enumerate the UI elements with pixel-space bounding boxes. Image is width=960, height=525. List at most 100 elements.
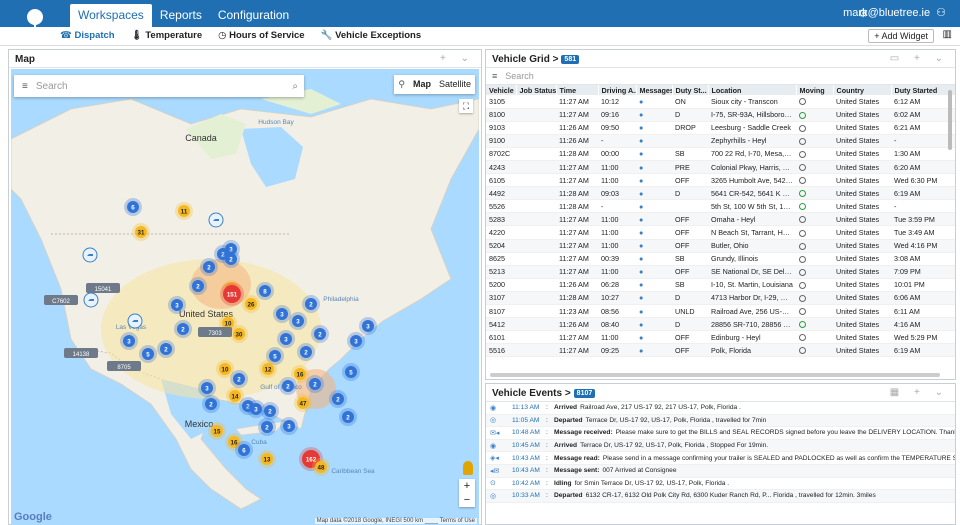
message-icon[interactable]: ● bbox=[639, 149, 643, 158]
message-icon[interactable]: ● bbox=[639, 333, 643, 342]
column-header[interactable]: Country bbox=[833, 85, 892, 95]
tab-configuration[interactable]: Configuration bbox=[210, 4, 297, 27]
column-header[interactable]: Driving A... bbox=[598, 85, 637, 95]
event-row[interactable]: ◎ 11:05 AM: Departed Terrace Dr, US-17 92, … bbox=[486, 414, 955, 428]
message-icon[interactable]: ● bbox=[639, 254, 643, 263]
event-row[interactable]: ◈◂ 10:43 AM: Message read: Please send in a… bbox=[486, 452, 955, 465]
message-icon[interactable]: ● bbox=[639, 228, 643, 237]
column-header[interactable]: Duty St... bbox=[672, 85, 709, 95]
column-header[interactable]: Moving bbox=[796, 85, 834, 95]
event-row[interactable]: ✉◂ 10:48 AM: Message received: Please make … bbox=[486, 427, 955, 440]
event-row[interactable]: ◉ 11:13 AM: Arrived Railroad Ave, 217 US-17… bbox=[486, 402, 955, 415]
table-row[interactable]: 8100 11:27 AM 09:16 ● D I-75, SR-93A, Hillsbo… bbox=[486, 108, 955, 122]
grid-panel-controls[interactable]: ▭ + ⌄ bbox=[890, 53, 949, 64]
table-row[interactable]: 8625 11:27 AM 00:39 ● SB Grundy, Illinois Unit… bbox=[486, 252, 955, 266]
message-icon[interactable]: ● bbox=[639, 110, 643, 119]
table-row[interactable]: 4243 11:27 AM 11:00 ● PRE Colonial Pkwy, Harr… bbox=[486, 160, 955, 175]
column-header[interactable]: Vehicle bbox=[486, 85, 517, 95]
subtab-dispatch[interactable]: ☎ Dispatch bbox=[60, 30, 115, 41]
vehicle-events-title[interactable]: Vehicle Events > bbox=[492, 388, 571, 399]
street-view-pegman-icon[interactable] bbox=[463, 461, 473, 475]
grid-menu-icon[interactable]: ≡ bbox=[492, 71, 497, 81]
message-icon[interactable]: ● bbox=[639, 189, 643, 198]
zoom-out-button[interactable]: − bbox=[459, 493, 475, 507]
column-header[interactable]: Time bbox=[556, 85, 599, 95]
event-time[interactable]: 11:05 AM bbox=[512, 417, 546, 424]
table-row[interactable]: 6105 11:27 AM 11:00 ● OFF 3265 Humbolt Ave, 5… bbox=[486, 173, 955, 188]
table-row[interactable]: 5283 11:27 AM 11:00 ● OFF Omaha - Heyl United … bbox=[486, 212, 955, 227]
search-icon[interactable]: ⌕ bbox=[292, 81, 298, 92]
message-icon[interactable]: ● bbox=[639, 320, 643, 329]
table-row[interactable]: 9100 11:26 AM - ● Zephyrhills - Heyl United S… bbox=[486, 134, 955, 148]
message-icon[interactable]: ● bbox=[639, 346, 643, 355]
tab-reports[interactable]: Reports bbox=[152, 4, 210, 27]
subtab-vehicle-exceptions[interactable]: 🔧 Vehicle Exceptions bbox=[321, 30, 422, 41]
event-row[interactable]: ⊙ 10:42 AM: Idling for Smin Terrace Dr, US-… bbox=[486, 478, 955, 491]
table-row[interactable]: 5516 11:27 AM 09:25 ● OFF Polk, Florida United… bbox=[486, 343, 955, 358]
hamburger-icon[interactable]: ≡ bbox=[22, 81, 28, 92]
message-icon[interactable]: ● bbox=[639, 202, 643, 211]
event-time[interactable]: 10:42 AM bbox=[512, 480, 546, 487]
event-time[interactable]: 11:13 AM bbox=[512, 404, 546, 411]
zoom-in-button[interactable]: + bbox=[459, 479, 475, 493]
message-icon[interactable]: ● bbox=[639, 215, 643, 224]
map-search-box[interactable]: ≡ Search ⌕ bbox=[14, 75, 304, 97]
map-type-map[interactable]: Map bbox=[409, 75, 435, 94]
table-row[interactable]: 9103 11:26 AM 09:50 ● DROP Leesburg - Saddle … bbox=[486, 121, 955, 135]
message-icon[interactable]: ● bbox=[639, 163, 643, 172]
table-row[interactable]: 4492 11:28 AM 09:03 ● D 5641 CR-542, 5641 K V… bbox=[486, 186, 955, 201]
table-row[interactable]: 8702C 11:28 AM 00:00 ● SB 700 22 Rd, I-70, Me… bbox=[486, 147, 955, 161]
table-row[interactable]: 5412 11:26 AM 08:40 ● D 28856 SR-710, 28856 S… bbox=[486, 317, 955, 332]
grid-search-input[interactable]: Search bbox=[505, 71, 534, 81]
tab-workspaces[interactable]: Workspaces bbox=[70, 4, 152, 27]
vehicle-grid-title[interactable]: Vehicle Grid > bbox=[492, 54, 558, 65]
map-svg[interactable]: CanadaUnited StatesMexicoHudson BayGulf … bbox=[11, 69, 479, 525]
event-time[interactable]: 10:43 AM bbox=[512, 467, 546, 474]
column-header[interactable]: Duty Started bbox=[891, 85, 955, 95]
column-header[interactable]: Location bbox=[708, 85, 797, 95]
map-search-input[interactable]: Search bbox=[36, 81, 285, 92]
message-icon[interactable]: ● bbox=[639, 307, 643, 316]
event-row[interactable]: ◎ 10:33 AM: Departed 6132 CR-17, 6132 Old P… bbox=[486, 490, 955, 503]
table-row[interactable]: 5213 11:27 AM 11:00 ● OFF SE National Dr, SE … bbox=[486, 265, 955, 279]
map-panel-controls[interactable]: + ⌄ bbox=[440, 53, 475, 64]
event-row[interactable]: ◉ 10:45 AM: Arrived Terrace Dr, US-17 92, U… bbox=[486, 439, 955, 453]
event-time[interactable]: 10:48 AM bbox=[512, 429, 546, 436]
table-row[interactable]: 4220 11:27 AM 11:00 ● OFF N Beach St, Tarrant… bbox=[486, 225, 955, 240]
event-row[interactable]: ◂✉ 10:43 AM: Message sent: 007 Arrived at C… bbox=[486, 464, 955, 478]
map-type-satellite[interactable]: Satellite bbox=[435, 75, 475, 94]
table-row[interactable]: 8107 11:23 AM 08:56 ● UNLD Railroad Ave, 256 … bbox=[486, 304, 955, 319]
message-icon[interactable]: ● bbox=[639, 241, 643, 250]
map-copyright[interactable]: Map data ©2018 Google, INEGI 500 km ____… bbox=[314, 518, 477, 524]
add-widget-button[interactable]: + Add Widget bbox=[868, 29, 934, 43]
map-canvas[interactable]: Canada United States Mexico Hudson Bay Gulf … bbox=[11, 69, 479, 525]
table-row[interactable]: 5200 11:26 AM 06:28 ● SB I-10, St. Martin, Lo… bbox=[486, 278, 955, 292]
message-icon[interactable]: ● bbox=[639, 97, 643, 106]
message-icon[interactable]: ● bbox=[639, 176, 643, 185]
table-row[interactable]: 5204 11:27 AM 11:00 ● OFF Butler, Ohio United … bbox=[486, 239, 955, 253]
event-time[interactable]: 10:33 AM bbox=[512, 492, 546, 499]
layout-columns-icon[interactable]: ▥ bbox=[943, 29, 952, 40]
message-icon[interactable]: ● bbox=[639, 136, 643, 145]
table-row[interactable]: 6101 11:27 AM 11:00 ● OFF Edinburg - Heyl Unit… bbox=[486, 330, 955, 345]
message-icon[interactable]: ● bbox=[639, 293, 643, 302]
grid-horizontal-scrollbar[interactable] bbox=[490, 373, 940, 377]
grid-vertical-scrollbar[interactable] bbox=[948, 90, 952, 150]
fullscreen-icon[interactable]: ⛶ bbox=[459, 99, 473, 113]
column-header[interactable]: Job Status bbox=[516, 85, 557, 95]
place-pin-icon[interactable]: ⚲ bbox=[394, 75, 409, 94]
user-menu[interactable]: mark@bluetree.ie ⚇ bbox=[843, 6, 946, 20]
table-row[interactable]: 3107 11:28 AM 10:27 ● D 4713 Harbor Dr, I-29,… bbox=[486, 291, 955, 306]
table-row[interactable]: 3105 11:27 AM 10:12 ● ON Sioux city - Transco… bbox=[486, 95, 955, 109]
column-header[interactable]: Messages bbox=[636, 85, 673, 95]
subtab-temperature[interactable]: 🌡 Temperature bbox=[131, 30, 203, 41]
table-cell bbox=[796, 134, 833, 148]
message-icon[interactable]: ● bbox=[639, 123, 643, 132]
events-panel-controls[interactable]: ▦ + ⌄ bbox=[890, 387, 949, 398]
message-icon[interactable]: ● bbox=[639, 280, 643, 289]
table-row[interactable]: 5526 11:28 AM - ● 5th St, 100 W 5th St, 101 … bbox=[486, 199, 955, 214]
event-time[interactable]: 10:43 AM bbox=[512, 455, 546, 462]
subtab-hours-of-service[interactable]: ◷ Hours of Service bbox=[218, 30, 304, 41]
event-time[interactable]: 10:45 AM bbox=[512, 442, 546, 449]
message-icon[interactable]: ● bbox=[639, 267, 643, 276]
